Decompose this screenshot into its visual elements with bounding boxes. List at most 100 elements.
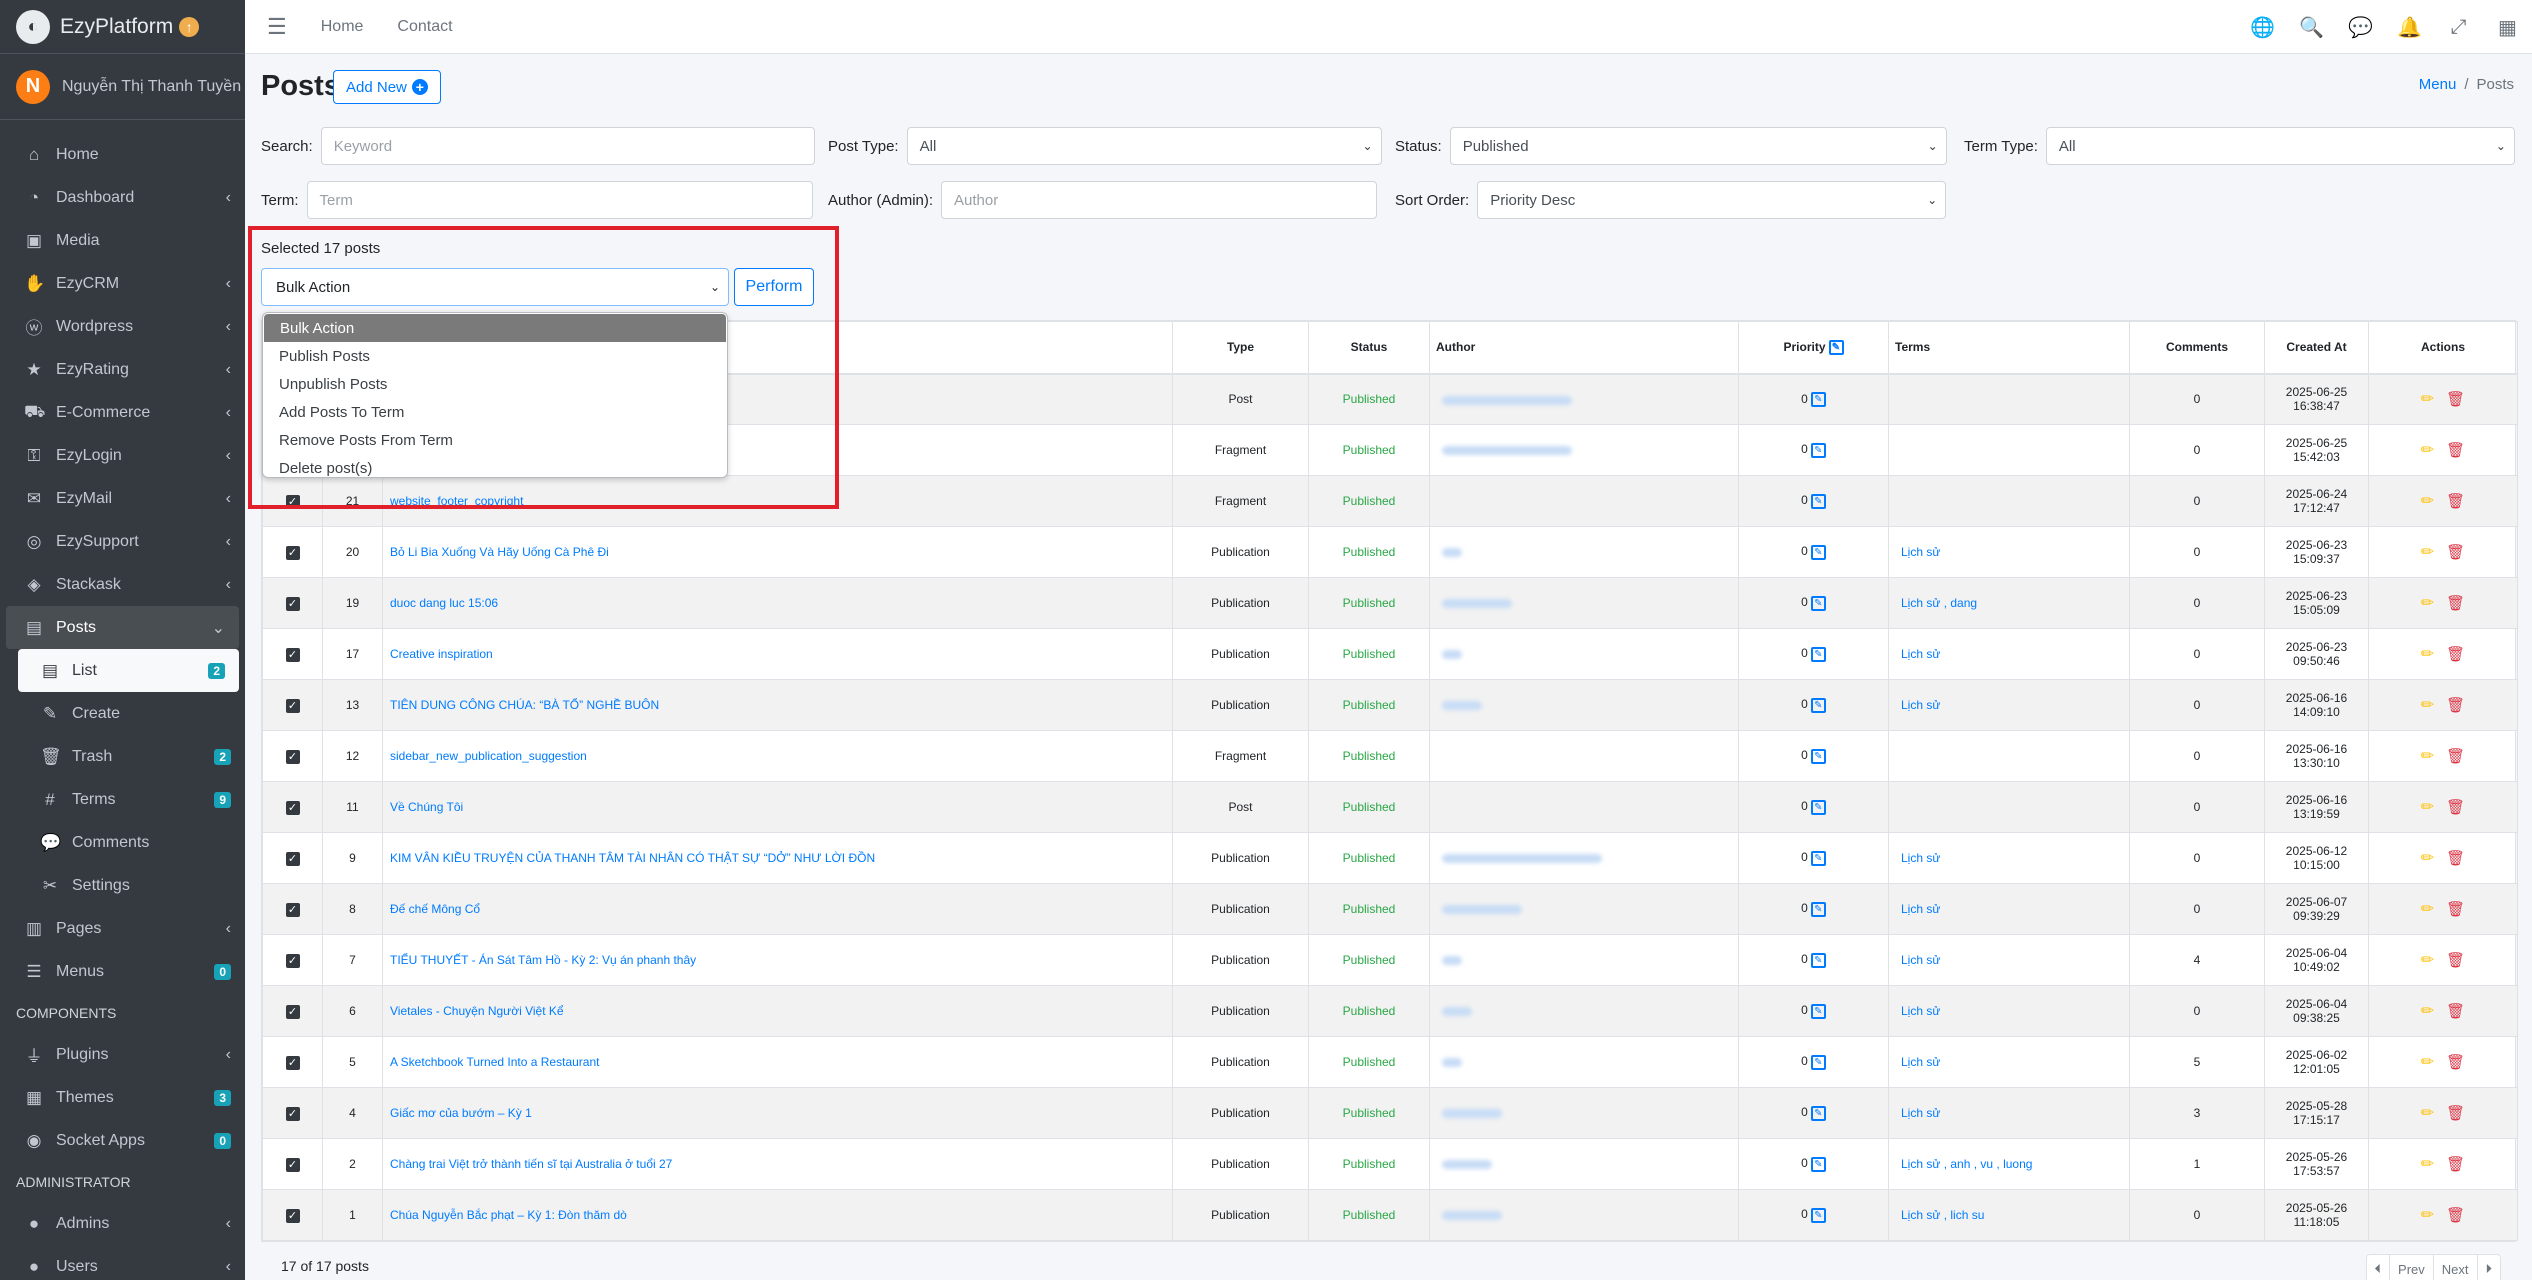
next-button[interactable]: Next [2434,1255,2478,1280]
row-author[interactable] [1429,679,1739,731]
pencil-icon[interactable]: ✏ [2421,901,2434,918]
trash-icon[interactable]: 🗑 [2446,850,2465,867]
sidebar-item-stackask[interactable]: ◈ Stackask ‹ [0,563,245,606]
table-row[interactable]: ✓ 4 Giấc mơ của bướm – Kỳ 1 Publication Publ… [262,1087,2518,1139]
row-terms[interactable]: Lịch sử [1888,526,2130,578]
edit-priority-icon[interactable]: ✎ [1810,646,1826,662]
checkbox-checked-icon[interactable]: ✓ [285,1106,300,1121]
row-author[interactable] [1429,373,1739,425]
edit-priority-icon[interactable]: ✎ [1810,1156,1826,1172]
row-title[interactable]: Chúa Nguyễn Bắc phạt – Kỳ 1: Đòn thăm dò [382,1189,1173,1241]
checkbox-checked-icon[interactable]: ✓ [285,800,300,815]
option-bulk-action[interactable]: Bulk Action [264,314,726,342]
table-row[interactable]: ✓ 9 KIM VÂN KIỀU TRUYỆN CỦA THANH TÂM TÀI … [262,832,2518,884]
pencil-icon[interactable]: ✏ [2421,1207,2434,1224]
row-terms[interactable]: Lịch sử [1888,832,2130,884]
row-terms[interactable]: Lịch sử [1888,1036,2130,1088]
search-input[interactable]: Keyword [320,127,815,165]
edit-priority-icon[interactable]: ✎ [1828,339,1844,355]
post-type-select[interactable]: All ⌄ [906,127,1382,165]
row-author[interactable] [1429,985,1739,1037]
row-title[interactable]: duoc dang luc 15:06 [382,577,1173,629]
row-author[interactable] [1429,1036,1739,1088]
row-checkbox[interactable]: ✓ [262,1036,323,1088]
pencil-icon[interactable]: ✏ [2421,646,2434,663]
table-row[interactable]: ✓ 17 Creative inspiration Publication Publis… [262,628,2518,680]
edit-priority-icon[interactable]: ✎ [1810,544,1826,560]
sidebar-item-themes[interactable]: ▦ Themes 3 [0,1076,245,1119]
hamburger-icon[interactable]: ☰ [267,14,287,40]
checkbox-checked-icon[interactable]: ✓ [285,749,300,764]
checkbox-checked-icon[interactable]: ✓ [285,494,300,509]
edit-priority-icon[interactable]: ✎ [1810,1054,1826,1070]
search-icon[interactable]: 🔍 [2287,15,2336,40]
pencil-icon[interactable]: ✏ [2421,1054,2434,1071]
table-row[interactable]: ✓ 2 Chàng trai Việt trở thành tiến sĩ tại … [262,1138,2518,1190]
sidebar-item-ezysupport[interactable]: ◎ EzySupport ‹ [0,520,245,563]
table-row[interactable]: ✓ 13 TIÊN DUNG CÔNG CHÚA: “BÀ TỔ” NGHỀ BUÔ… [262,679,2518,731]
edit-priority-icon[interactable]: ✎ [1810,595,1826,611]
table-row[interactable]: ✓ 8 Đế chế Mông Cổ Publication Published 0 ✎ Lị… [262,883,2518,935]
checkbox-checked-icon[interactable]: ✓ [285,1157,300,1172]
sidebar-item-dashboard[interactable]: ◔ Dashboard ‹ [0,176,245,219]
row-priority[interactable]: 0 ✎ [1738,934,1889,986]
pencil-icon[interactable]: ✏ [2421,442,2434,459]
row-priority[interactable]: 0 ✎ [1738,832,1889,884]
header-priority[interactable]: Priority ✎ [1738,321,1889,375]
sidebar-item-media[interactable]: ▣ Media [0,219,245,262]
pencil-icon[interactable]: ✏ [2421,1156,2434,1173]
checkbox-checked-icon[interactable]: ✓ [285,1208,300,1223]
row-title[interactable]: Vietales - Chuyện Người Việt Kể [382,985,1173,1037]
row-priority[interactable]: 0 ✎ [1738,1138,1889,1190]
pencil-icon[interactable]: ✏ [2421,850,2434,867]
header-comments[interactable]: Comments [2129,321,2265,375]
pencil-icon[interactable]: ✏ [2421,544,2434,561]
pencil-icon[interactable]: ✏ [2421,748,2434,765]
sidebar-item-users[interactable]: ● Users ‹ [0,1245,245,1280]
user-name[interactable]: Nguyễn Thị Thanh Tuyền [62,78,241,96]
header-author[interactable]: Author [1429,321,1739,375]
checkbox-checked-icon[interactable]: ✓ [285,1004,300,1019]
row-checkbox[interactable]: ✓ [262,1189,323,1241]
sidebar-item-ecommerce[interactable]: ⛟ E-Commerce ‹ [0,391,245,434]
edit-priority-icon[interactable]: ✎ [1810,1003,1826,1019]
trash-icon[interactable]: 🗑 [2446,1105,2465,1122]
sidebar-item-plugins[interactable]: ⏚ Plugins ‹ [0,1033,245,1076]
globe-icon[interactable]: 🌐 [2238,15,2287,40]
row-terms[interactable] [1888,373,2130,425]
sidebar-item-menus[interactable]: ☰ Menus 0 [0,950,245,993]
sort-order-select[interactable]: Priority Desc ⌄ [1477,181,1947,219]
trash-icon[interactable]: 🗑 [2446,1054,2465,1071]
edit-priority-icon[interactable]: ✎ [1810,1207,1826,1223]
row-terms[interactable]: Lịch sử , dang [1888,577,2130,629]
row-priority[interactable]: 0 ✎ [1738,475,1889,527]
row-priority[interactable]: 0 ✎ [1738,781,1889,833]
edit-priority-icon[interactable]: ✎ [1810,391,1826,407]
row-checkbox[interactable]: ✓ [262,475,323,527]
trash-icon[interactable]: 🗑 [2446,748,2465,765]
edit-priority-icon[interactable]: ✎ [1810,901,1826,917]
row-priority[interactable]: 0 ✎ [1738,424,1889,476]
status-select[interactable]: Published ⌄ [1449,127,1947,165]
trash-icon[interactable]: 🗑 [2446,1207,2465,1224]
row-author[interactable] [1429,1087,1739,1139]
table-row[interactable]: ✓ 19 duoc dang luc 15:06 Publication Publish… [262,577,2518,629]
trash-icon[interactable]: 🗑 [2446,952,2465,969]
sidebar-item-ezylogin[interactable]: ⚿ EzyLogin ‹ [0,434,245,477]
checkbox-checked-icon[interactable]: ✓ [285,1055,300,1070]
row-priority[interactable]: 0 ✎ [1738,679,1889,731]
trash-icon[interactable]: 🗑 [2446,595,2465,612]
pencil-icon[interactable]: ✏ [2421,1105,2434,1122]
header-created-at[interactable]: Created At [2264,321,2369,375]
table-row[interactable]: ✓ 11 Về Chúng Tôi Post Published 0 ✎ 0 2025-06-1… [262,781,2518,833]
sidebar-item-ezymail[interactable]: ✉ EzyMail ‹ [0,477,245,520]
perform-button[interactable]: Perform [734,268,814,306]
row-author[interactable] [1429,424,1739,476]
first-page-icon[interactable]: ⏴ [2367,1255,2391,1280]
row-terms[interactable]: Lịch sử [1888,985,2130,1037]
row-terms[interactable] [1888,424,2130,476]
checkbox-checked-icon[interactable]: ✓ [285,698,300,713]
prev-button[interactable]: Prev [2390,1255,2434,1280]
row-author[interactable] [1429,832,1739,884]
pencil-icon[interactable]: ✏ [2421,697,2434,714]
